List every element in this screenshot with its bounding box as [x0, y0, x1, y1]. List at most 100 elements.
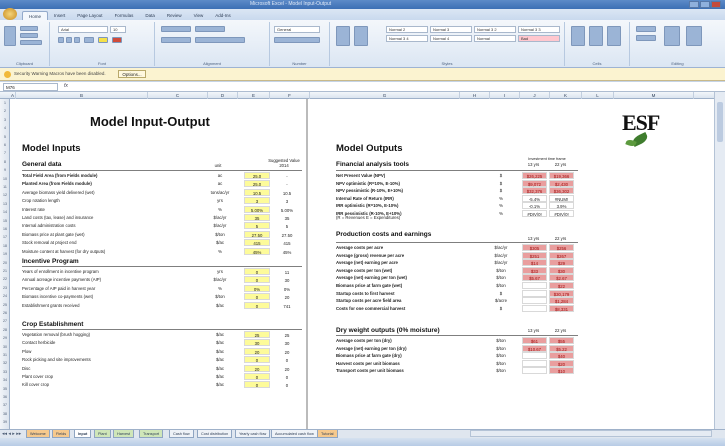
italic-icon[interactable] — [66, 37, 72, 43]
row-header[interactable]: 14 — [0, 210, 10, 214]
row-header[interactable]: 20 — [0, 261, 10, 265]
general-input-cell[interactable]: 27.50 — [244, 230, 270, 238]
general-input-cell[interactable]: 25.0 — [244, 172, 270, 179]
column-header-d[interactable]: D — [208, 92, 238, 99]
fill-color-icon[interactable] — [98, 37, 108, 43]
fx-icon[interactable]: fx — [64, 83, 68, 89]
row-header[interactable]: 32 — [0, 361, 10, 365]
row-header[interactable]: 12 — [0, 193, 10, 197]
style-normal-3-2[interactable]: Normal 3 2 — [474, 26, 516, 33]
row-header[interactable]: 23 — [0, 286, 10, 290]
general-input-cell[interactable]: 5 — [244, 222, 270, 230]
general-input-cell[interactable]: 3 — [244, 197, 270, 205]
row-header[interactable]: 34 — [0, 378, 10, 382]
ribbon-tab-review[interactable]: Review — [161, 11, 188, 20]
row-header[interactable]: 7 — [0, 151, 10, 155]
crop-input-cell[interactable]: 0 — [244, 356, 270, 364]
row-header[interactable]: 39 — [0, 420, 10, 424]
style-normal-3-3[interactable]: Normal 3 3 — [518, 26, 560, 33]
sheet-tab-cash-flow[interactable]: Cash flow — [169, 430, 194, 438]
ribbon-tab-view[interactable]: View — [188, 11, 210, 20]
font-name-select[interactable]: Arial — [58, 26, 108, 33]
column-header-c[interactable]: C — [148, 92, 208, 99]
row-header[interactable]: 8 — [0, 160, 10, 164]
row-header[interactable]: 26 — [0, 311, 10, 315]
format-painter-icon[interactable] — [20, 40, 42, 45]
ribbon-tab-data[interactable]: Data — [139, 11, 161, 20]
fill-icon[interactable] — [636, 35, 656, 41]
underline-icon[interactable] — [74, 37, 80, 43]
row-header[interactable]: 1 — [0, 101, 10, 105]
style-normal[interactable]: Normal — [474, 35, 516, 42]
row-header[interactable]: 17 — [0, 235, 10, 239]
row-header[interactable]: 16 — [0, 227, 10, 231]
format-cells-icon[interactable] — [607, 26, 621, 46]
row-header[interactable]: 37 — [0, 403, 10, 407]
row-header[interactable]: 3 — [0, 118, 10, 122]
name-box[interactable]: M76 — [3, 83, 58, 91]
column-header-k[interactable]: K — [550, 92, 582, 99]
sort-filter-icon[interactable] — [664, 26, 680, 46]
crop-input-cell[interactable]: 0 — [244, 373, 270, 380]
row-header[interactable]: 13 — [0, 202, 10, 206]
crop-input-cell[interactable]: 25 — [244, 331, 270, 338]
bold-icon[interactable] — [58, 37, 64, 43]
general-input-cell[interactable]: 35 — [244, 214, 270, 221]
column-header-j[interactable]: J — [520, 92, 550, 99]
sheet-tab-transport[interactable]: Transport — [139, 430, 164, 438]
sheet-tab-tutorial[interactable]: Tutorial — [317, 430, 338, 438]
currency-percent-icon[interactable] — [274, 37, 320, 43]
crop-input-cell[interactable]: 30 — [244, 339, 270, 347]
row-header[interactable]: 6 — [0, 143, 10, 147]
number-format-select[interactable]: General — [274, 26, 320, 33]
row-header[interactable]: 27 — [0, 319, 10, 323]
sheet-tab-welcome[interactable]: Welcome — [26, 430, 50, 438]
row-header[interactable]: 36 — [0, 395, 10, 399]
column-header-f[interactable]: F — [270, 92, 310, 99]
crop-input-cell[interactable]: 20 — [244, 347, 270, 355]
style-normal-4[interactable]: Normal 4 — [430, 35, 472, 42]
style-normal-2[interactable]: Normal 2 — [386, 26, 428, 33]
style-normal-3-4[interactable]: Normal 3 4 — [386, 35, 428, 42]
column-header-h[interactable]: H — [460, 92, 490, 99]
sheet-tab-input[interactable]: Input — [74, 430, 92, 438]
crop-input-cell[interactable]: 20 — [244, 364, 270, 372]
column-header-m[interactable]: M — [614, 92, 694, 99]
column-header-i[interactable]: I — [490, 92, 520, 99]
ribbon-tab-insert[interactable]: Insert — [48, 11, 71, 20]
row-header[interactable]: 38 — [0, 412, 10, 416]
insert-cells-icon[interactable] — [571, 26, 585, 46]
column-header-g[interactable]: G — [310, 92, 460, 99]
row-header[interactable]: 19 — [0, 252, 10, 256]
ribbon-tab-page-layout[interactable]: Page Layout — [71, 11, 108, 20]
sheet-nav-arrows-icon[interactable]: ◂◂ ◂ ▸ ▸▸ — [2, 431, 21, 437]
incentive-input-cell[interactable]: 0% — [244, 284, 270, 292]
vertical-scrollbar[interactable] — [714, 92, 725, 429]
sheet-tab-fields[interactable]: Fields — [52, 430, 71, 438]
row-header[interactable]: 9 — [0, 168, 10, 172]
conditional-formatting-icon[interactable] — [336, 26, 350, 46]
incentive-input-cell[interactable]: 0 — [244, 276, 270, 284]
style-normal-3[interactable]: Normal 3 — [430, 26, 472, 33]
general-input-cell[interactable]: 415 — [244, 239, 270, 247]
row-header[interactable]: 24 — [0, 294, 10, 298]
align-top-icon[interactable] — [161, 26, 191, 32]
row-header[interactable]: 25 — [0, 303, 10, 307]
crop-input-cell[interactable]: 0 — [244, 381, 270, 389]
row-header[interactable]: 10 — [0, 177, 10, 181]
row-header[interactable]: 33 — [0, 370, 10, 374]
close-button[interactable] — [711, 1, 721, 8]
paste-icon[interactable] — [4, 26, 16, 46]
row-header[interactable]: 2 — [0, 109, 10, 113]
office-button-icon[interactable] — [3, 8, 17, 20]
borders-icon[interactable] — [84, 37, 94, 43]
row-header[interactable]: 29 — [0, 336, 10, 340]
general-input-cell[interactable]: 10.5 — [244, 188, 270, 196]
style-bad[interactable]: Bad — [518, 35, 560, 42]
row-header[interactable]: 4 — [0, 126, 10, 130]
ribbon-tab-add-ins[interactable]: Add-Ins — [209, 11, 237, 20]
copy-icon[interactable] — [20, 33, 38, 38]
align-left-icon[interactable] — [161, 37, 191, 43]
sheet-tab-plant[interactable]: Plant — [94, 430, 111, 438]
row-header[interactable]: 18 — [0, 244, 10, 248]
